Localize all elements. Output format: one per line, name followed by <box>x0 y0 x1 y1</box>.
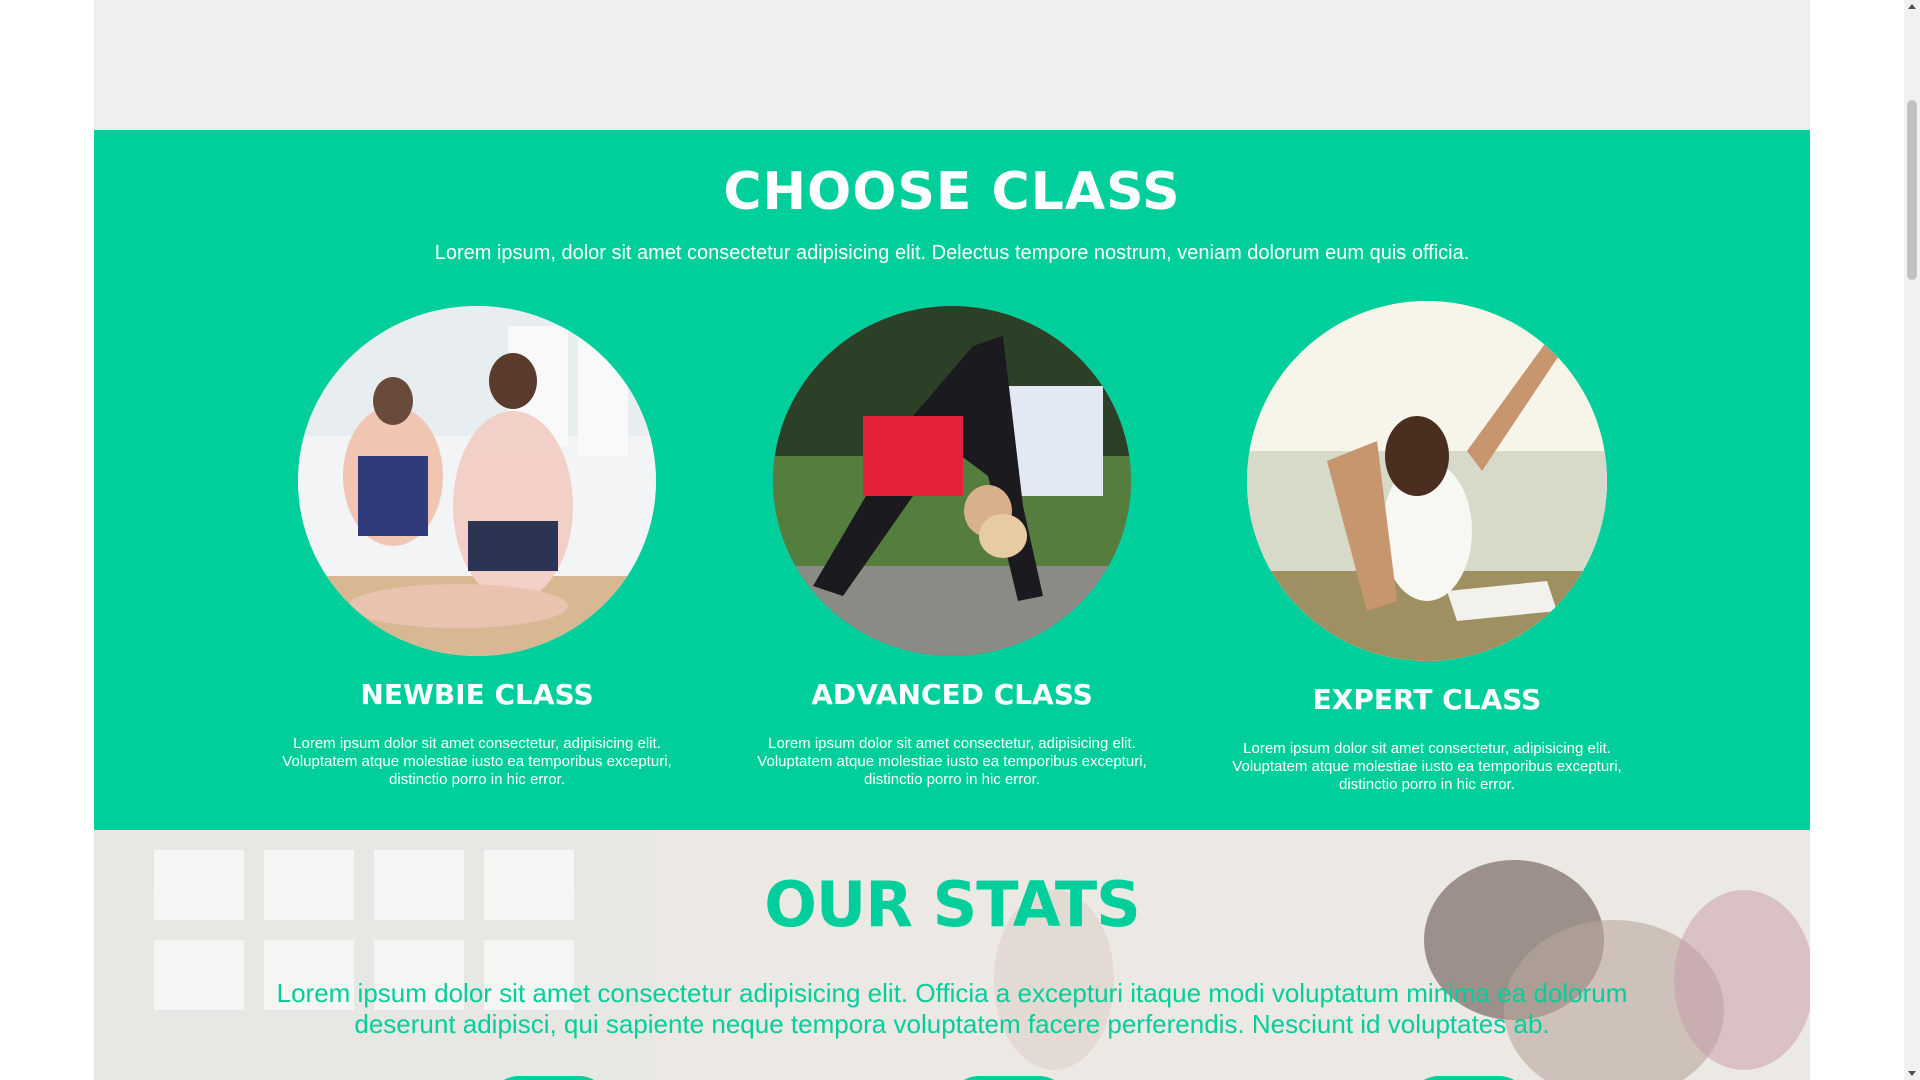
stats-title: OUR STATS <box>764 868 1141 941</box>
stats-description: Lorem ipsum dolor sit amet consectetur a… <box>276 978 1628 1039</box>
class-card-description: Lorem ipsum dolor sit amet consectetur, … <box>757 735 1147 788</box>
scroll-thumb[interactable] <box>1907 100 1917 280</box>
scroll-up-icon[interactable] <box>1908 4 1916 9</box>
class-card-advanced: ADVANCED CLASS Lorem ipsum dolor sit ame… <box>732 130 1172 830</box>
newbie-class-photo <box>298 306 656 656</box>
class-card-expert: EXPERT CLASS Lorem ipsum dolor sit amet … <box>1207 130 1647 830</box>
scroll-down-icon[interactable] <box>1908 1071 1916 1076</box>
class-card-description: Lorem ipsum dolor sit amet consectetur, … <box>1232 740 1622 793</box>
advanced-class-photo <box>773 306 1131 656</box>
map-placeholder <box>94 0 1810 130</box>
expert-class-photo <box>1247 301 1607 661</box>
vertical-scrollbar[interactable] <box>1904 0 1920 1080</box>
class-card-newbie: NEWBIE CLASS Lorem ipsum dolor sit amet … <box>257 130 697 830</box>
choose-class-section: CHOOSE CLASS Lorem ipsum, dolor sit amet… <box>94 130 1810 830</box>
class-card-description: Lorem ipsum dolor sit amet consectetur, … <box>282 735 672 788</box>
page: CHOOSE CLASS Lorem ipsum, dolor sit amet… <box>94 0 1810 1080</box>
class-card-title: NEWBIE CLASS <box>360 678 594 711</box>
class-card-title: EXPERT CLASS <box>1312 683 1542 716</box>
class-card-title: ADVANCED CLASS <box>811 678 1093 711</box>
our-stats-section: OUR STATS Lorem ipsum dolor sit amet con… <box>94 830 1810 1080</box>
